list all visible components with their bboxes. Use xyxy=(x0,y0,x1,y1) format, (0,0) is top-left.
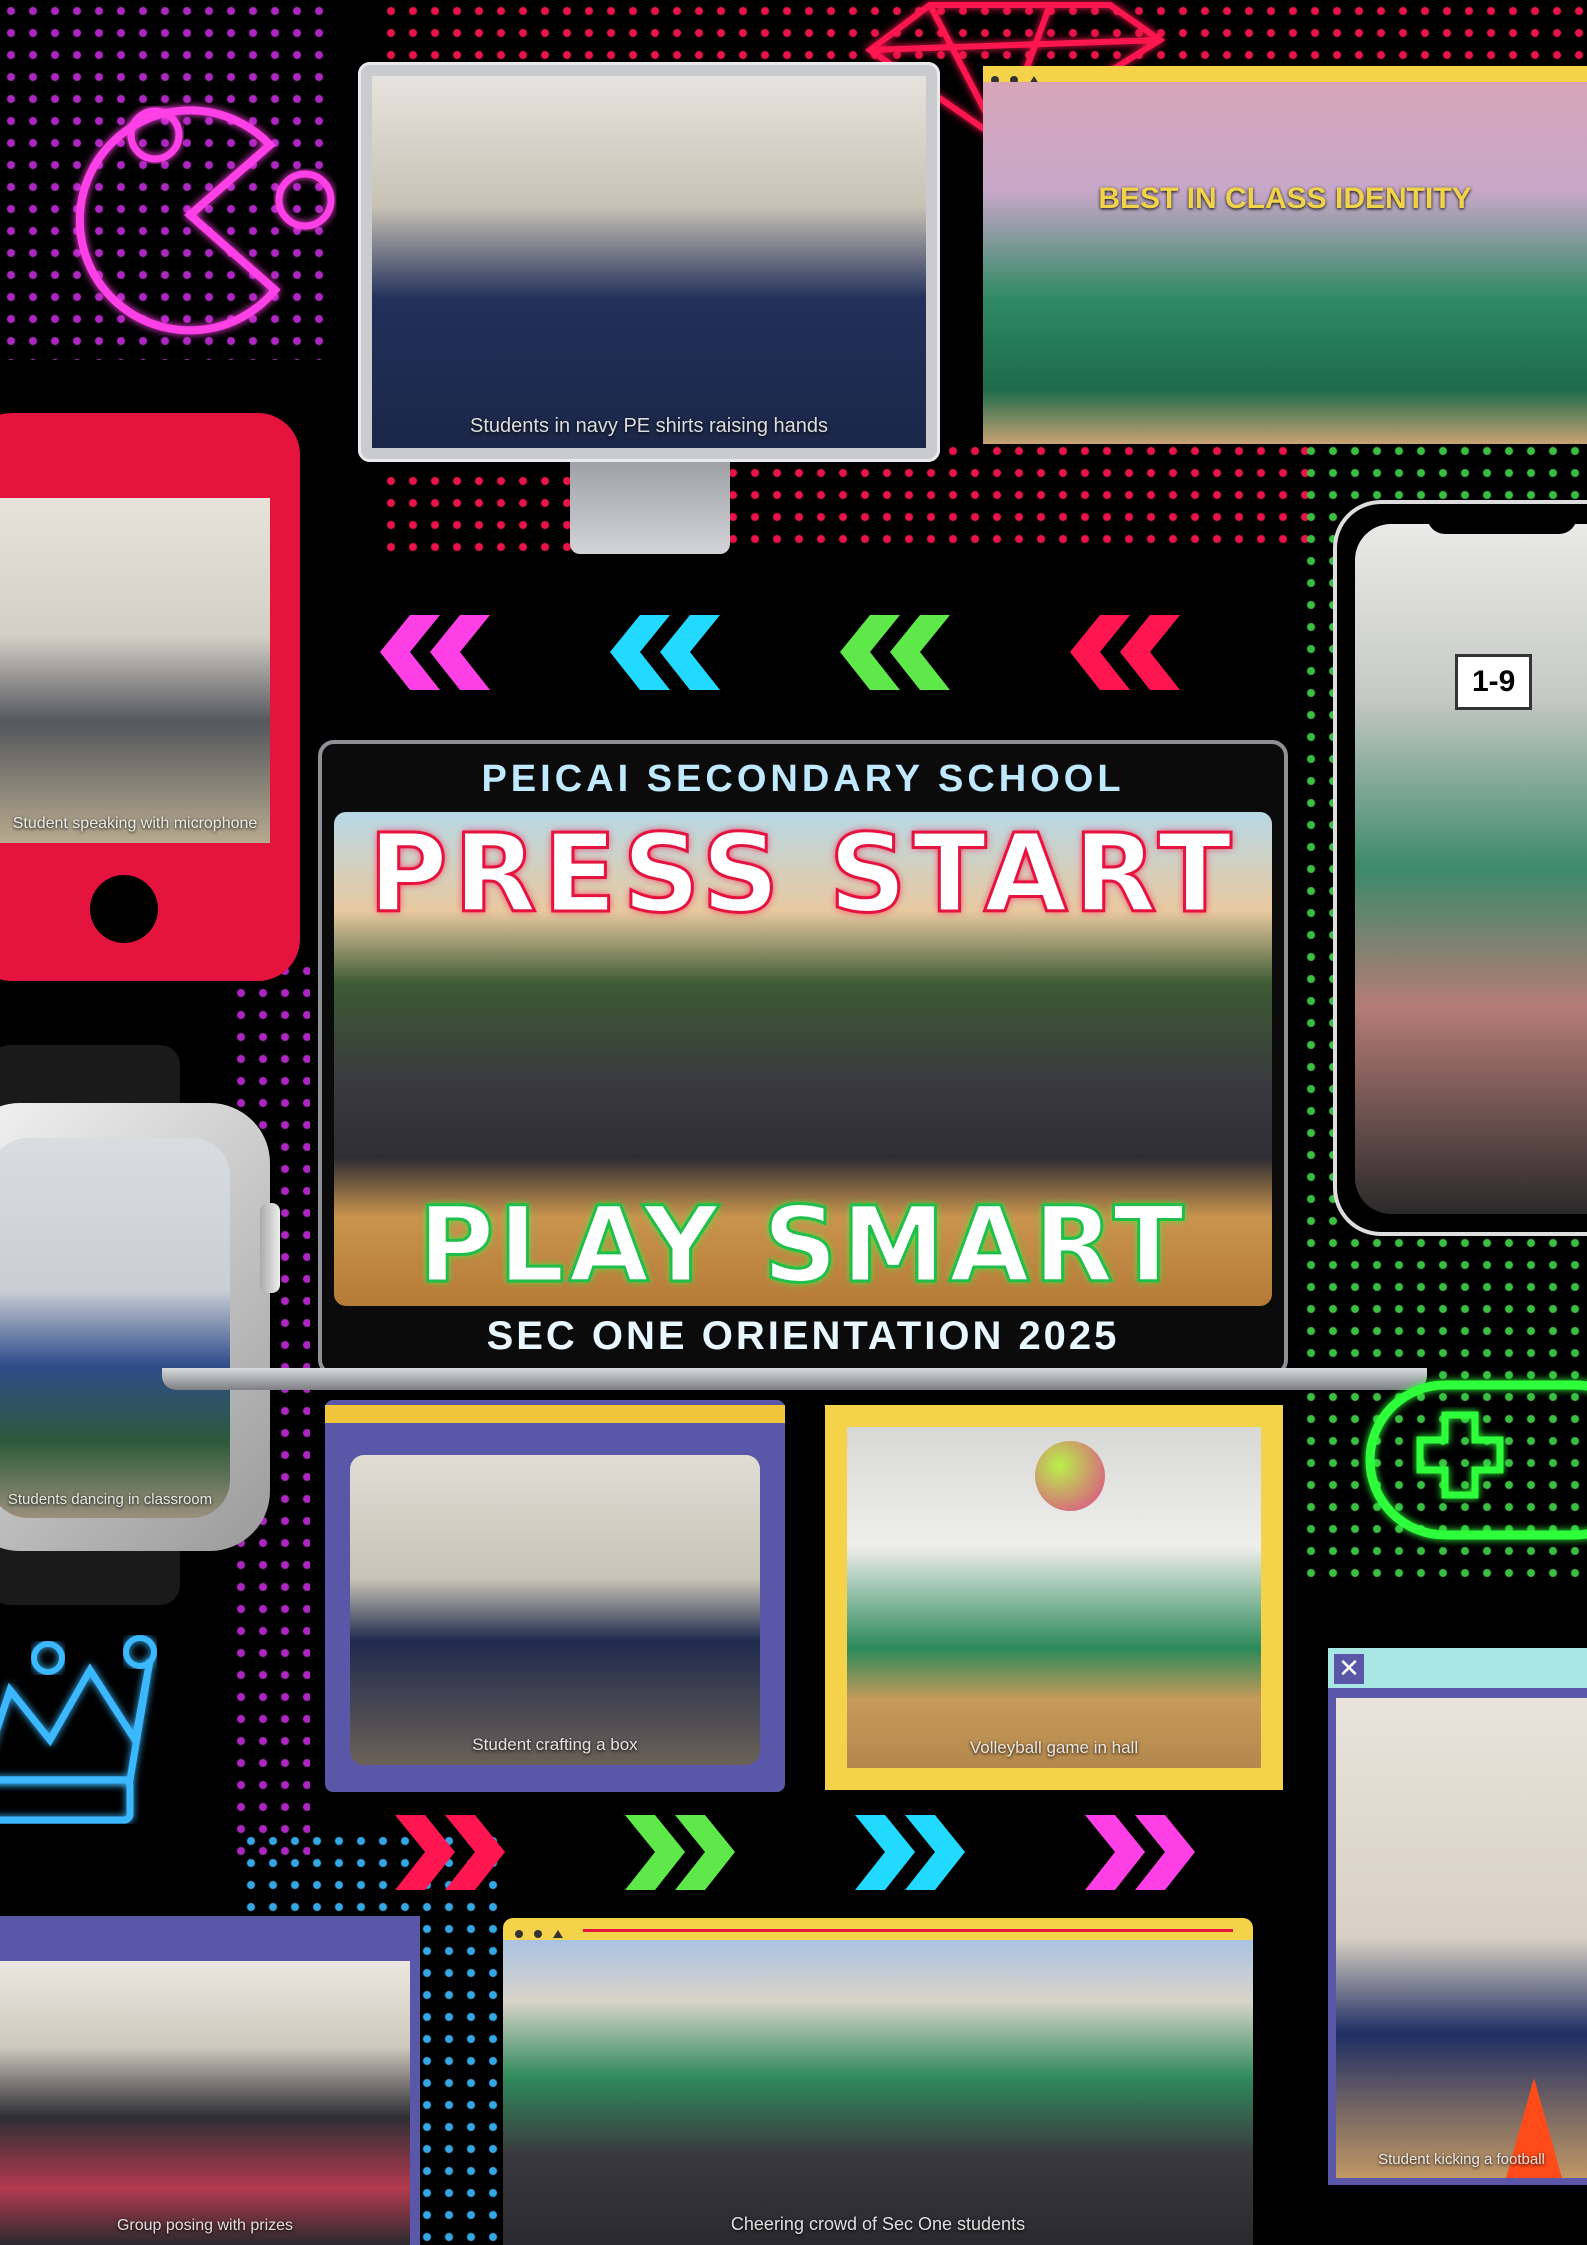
bottom-left-window: Group posing with prizes xyxy=(0,1916,420,2245)
chevrons-left-row xyxy=(370,605,1230,700)
window-controls xyxy=(991,69,1051,84)
mid-left-photo: Student crafting a box xyxy=(350,1455,760,1765)
watch-crown xyxy=(260,1203,280,1293)
play-smart-title: PLAY SMART xyxy=(417,1183,1188,1308)
mid-right-window: Volleyball game in hall xyxy=(825,1405,1283,1790)
right-phone-photo: 1-9 xyxy=(1355,524,1587,1214)
window-titlebar xyxy=(1328,1648,1587,1688)
top-monitor-photo: Students in navy PE shirts raising hands xyxy=(372,76,926,448)
bottom-right-window: ✕ Student kicking a football xyxy=(1328,1648,1587,2185)
mid-right-photo: Volleyball game in hall xyxy=(847,1427,1261,1768)
watch-photo: Students dancing in classroom xyxy=(0,1138,230,1518)
top-right-photo: BEST IN CLASS IDENTITY xyxy=(983,82,1587,444)
chevrons-right-row xyxy=(355,1805,1215,1900)
crown-icon xyxy=(0,1630,170,1840)
right-phone: 1-9 xyxy=(1333,500,1587,1236)
volleyball xyxy=(1035,1441,1105,1511)
window-controls xyxy=(515,1923,585,1938)
left-phone: Student speaking with microphone xyxy=(0,413,300,981)
bottom-center-window: Cheering crowd of Sec One students xyxy=(503,1918,1253,2245)
event-name: SEC ONE ORIENTATION 2025 xyxy=(486,1314,1120,1358)
home-button xyxy=(90,875,158,943)
top-monitor: Students in navy PE shirts raising hands xyxy=(358,62,940,462)
window-progress-line xyxy=(583,1929,1233,1932)
laptop-screen: PEICAI SECONDARY SCHOOL PRESS START PLAY… xyxy=(318,740,1288,1376)
bottom-left-photo: Group posing with prizes xyxy=(0,1961,410,2245)
pacman-icon xyxy=(40,50,340,350)
bottom-center-photo: Cheering crowd of Sec One students xyxy=(503,1940,1253,2245)
watch-band-bottom xyxy=(0,1545,180,1605)
sign-board: 1-9 xyxy=(1455,654,1533,710)
left-phone-photo: Student speaking with microphone xyxy=(0,498,270,843)
smartwatch: Students dancing in classroom xyxy=(0,1103,280,1551)
mid-left-window: Student crafting a box xyxy=(325,1400,785,1792)
top-right-window: BEST IN CLASS IDENTITY xyxy=(983,66,1587,444)
press-start-title: PRESS START xyxy=(367,811,1238,939)
phone-notch xyxy=(1427,504,1577,534)
close-icon[interactable]: ✕ xyxy=(1334,1654,1364,1684)
gamepad-icon xyxy=(1360,1290,1587,1550)
monitor-stand xyxy=(570,462,730,554)
laptop-base xyxy=(162,1368,1427,1390)
bottom-right-photo: Student kicking a football xyxy=(1336,1698,1587,2178)
school-name: PEICAI SECONDARY SCHOOL xyxy=(481,758,1125,800)
